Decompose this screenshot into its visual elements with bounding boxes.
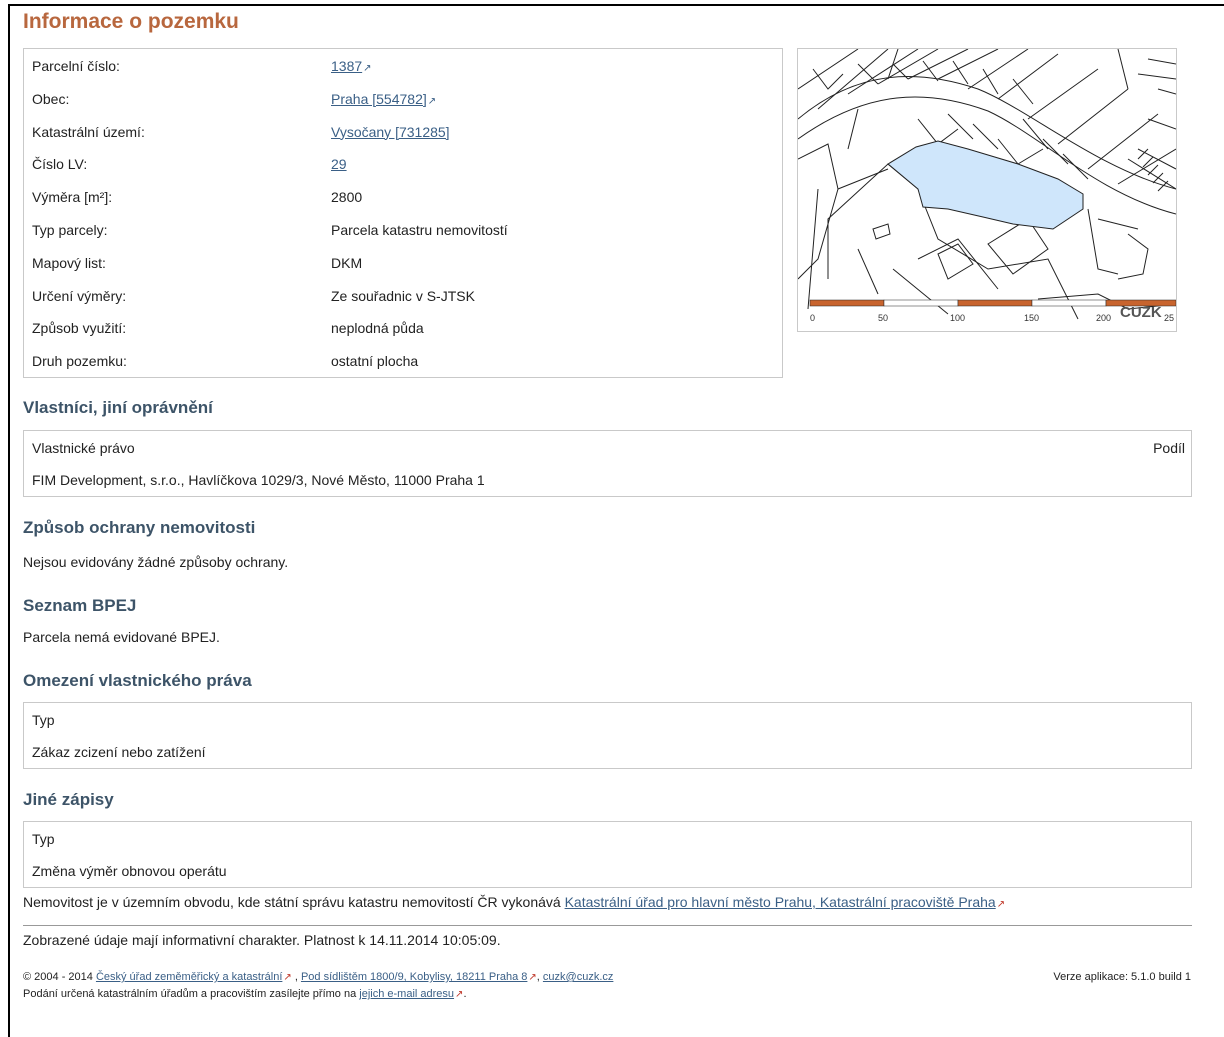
parcel-label: Druh pozemku:	[32, 353, 127, 370]
parcel-row-parcelni-cislo: Parcelní číslo: 1387	[32, 50, 774, 82]
bpej-section-title: Seznam BPEJ	[23, 596, 137, 615]
restrictions-type-header: Typ	[32, 712, 55, 728]
footer-line-2: Podání určená katastrálním úřadům a prac…	[23, 988, 467, 1000]
owners-header-row: Vlastnické právo Podíl	[32, 432, 1185, 464]
page-title: Informace o pozemku	[23, 10, 239, 33]
footer-submission-end: .	[463, 988, 467, 1000]
parcel-row-druh-pozemku: Druh pozemku: ostatní plocha	[32, 345, 774, 377]
scale-label-100: 100	[950, 313, 965, 323]
office-note: Nemovitost je v územním obvodu, kde stát…	[23, 894, 1005, 910]
scale-label-0: 0	[810, 313, 815, 323]
parcel-label: Parcelní číslo:	[32, 58, 120, 74]
footer-address-link[interactable]: Pod sídlištěm 1800/9, Kobylisy, 18211 Pr…	[301, 971, 537, 983]
table-row: Zákaz zcizení nebo zatížení	[32, 736, 1183, 768]
parcel-label: Obec:	[32, 90, 70, 107]
parcel-value-link[interactable]: Vysočany [731285]	[331, 116, 450, 148]
footer-email-link[interactable]: cuzk@cuzk.cz	[543, 971, 613, 983]
footer-org-link[interactable]: Český úřad zeměměřický a katastrální	[96, 971, 292, 983]
parcel-value: DKM	[331, 254, 363, 271]
owners-table: Vlastnické právo Podíl FIM Development, …	[23, 430, 1192, 497]
other-type-header: Typ	[32, 831, 55, 847]
parcel-row-urceni-vymery: Určení výměry: Ze souřadnic v S-JTSK	[32, 280, 774, 312]
parcel-value: neplodná půda	[331, 320, 424, 337]
footer-copyright: © 2004 - 2014	[23, 971, 96, 983]
owner-name: FIM Development, s.r.o., Havlíčkova 1029…	[32, 472, 485, 488]
parcel-label: Mapový list:	[32, 254, 106, 271]
scale-label-250: 25	[1164, 313, 1174, 323]
footer-submission-text: Podání určená katastrálním úřadům a prac…	[23, 988, 360, 1000]
parcel-label: Způsob využití:	[32, 320, 127, 337]
parcel-value: Ze souřadnic v S-JTSK	[331, 287, 475, 304]
parcel-map[interactable]: 0 50 100 150 200 25 CUZK	[797, 48, 1177, 332]
restrictions-header-row: Typ	[32, 704, 1183, 736]
highlighted-parcel	[887, 140, 1084, 230]
parcel-label: Typ parcely:	[32, 222, 108, 238]
parcel-value: ostatní plocha	[331, 353, 419, 370]
table-row: FIM Development, s.r.o., Havlíčkova 1029…	[32, 464, 1183, 496]
validity-note: Zobrazené údaje mají informativní charak…	[23, 932, 501, 948]
footer-sep-1: ,	[291, 971, 301, 983]
parcel-row-obec: Obec: Praha [554782]	[32, 83, 774, 115]
parcel-row-typ-parcely: Typ parcely: Parcela katastru nemovitostí	[32, 214, 774, 246]
parcel-value-link[interactable]: 29	[331, 148, 347, 180]
parcel-value: 2800	[331, 189, 363, 206]
other-header-row: Typ	[32, 823, 1183, 855]
parcel-info-table: Parcelní číslo:1387Obec:Praha [554782]Ka…	[23, 48, 783, 378]
divider	[23, 925, 1192, 926]
parcel-map-drawing: 0 50 100 150 200 25 CUZK	[798, 49, 1176, 323]
other-item: Změna výměr obnovou operátu	[32, 863, 227, 879]
office-link[interactable]: Katastrální úřad pro hlavní město Prahu,…	[565, 894, 1006, 910]
footer-line-1: © 2004 - 2014 Český úřad zeměměřický a k…	[23, 971, 613, 983]
restrictions-table: Typ Zákaz zcizení nebo zatížení	[23, 702, 1192, 769]
owners-section-title: Vlastníci, jiní oprávnění	[23, 398, 213, 417]
restrictions-section-title: Omezení vlastnického práva	[23, 671, 252, 690]
office-text: Nemovitost je v územním obvodu, kde stát…	[23, 894, 565, 910]
map-watermark: CUZK	[1120, 304, 1162, 321]
parcel-value-link[interactable]: 1387	[331, 50, 372, 85]
parcel-label: Výměra [m²]:	[32, 189, 113, 206]
parcel-value-link[interactable]: Praha [554782]	[331, 83, 436, 118]
protection-text: Nejsou evidovány žádné způsoby ochrany.	[23, 554, 289, 570]
other-section-title: Jiné zápisy	[23, 790, 114, 809]
restriction-item: Zákaz zcizení nebo zatížení	[32, 744, 206, 760]
parcel-row-zpusob-vyuziti: Způsob využití: neplodná půda	[32, 312, 774, 344]
table-row: Změna výměr obnovou operátu	[32, 855, 1183, 887]
parcel-label: Určení výměry:	[32, 287, 127, 304]
footer-version: Verze aplikace: 5.1.0 build 1	[1053, 971, 1191, 983]
owners-share-header: Podíl	[1153, 440, 1185, 456]
other-table: Typ Změna výměr obnovou operátu	[23, 821, 1192, 888]
scale-label-150: 150	[1024, 313, 1039, 323]
scale-label-200: 200	[1096, 313, 1111, 323]
parcel-label: Číslo LV:	[32, 156, 88, 173]
parcel-label: Katastrální území:	[32, 123, 145, 140]
parcel-row-katastralni-uzemi: Katastrální území: Vysočany [731285]	[32, 116, 774, 148]
owners-right-header: Vlastnické právo	[32, 440, 135, 456]
scale-label-50: 50	[878, 313, 888, 323]
parcel-row-vymera-m: Výměra [m²]: 2800	[32, 181, 774, 213]
bpej-text: Parcela nemá evidované BPEJ.	[23, 629, 220, 645]
parcel-value: Parcela katastru nemovitostí	[331, 222, 508, 238]
footer-submission-link[interactable]: jejich e-mail adresu	[359, 988, 463, 1000]
parcel-row-mapovy-list: Mapový list: DKM	[32, 247, 774, 279]
parcel-row-cislo-lv: Číslo LV: 29	[32, 148, 774, 180]
protection-section-title: Způsob ochrany nemovitosti	[23, 518, 256, 537]
